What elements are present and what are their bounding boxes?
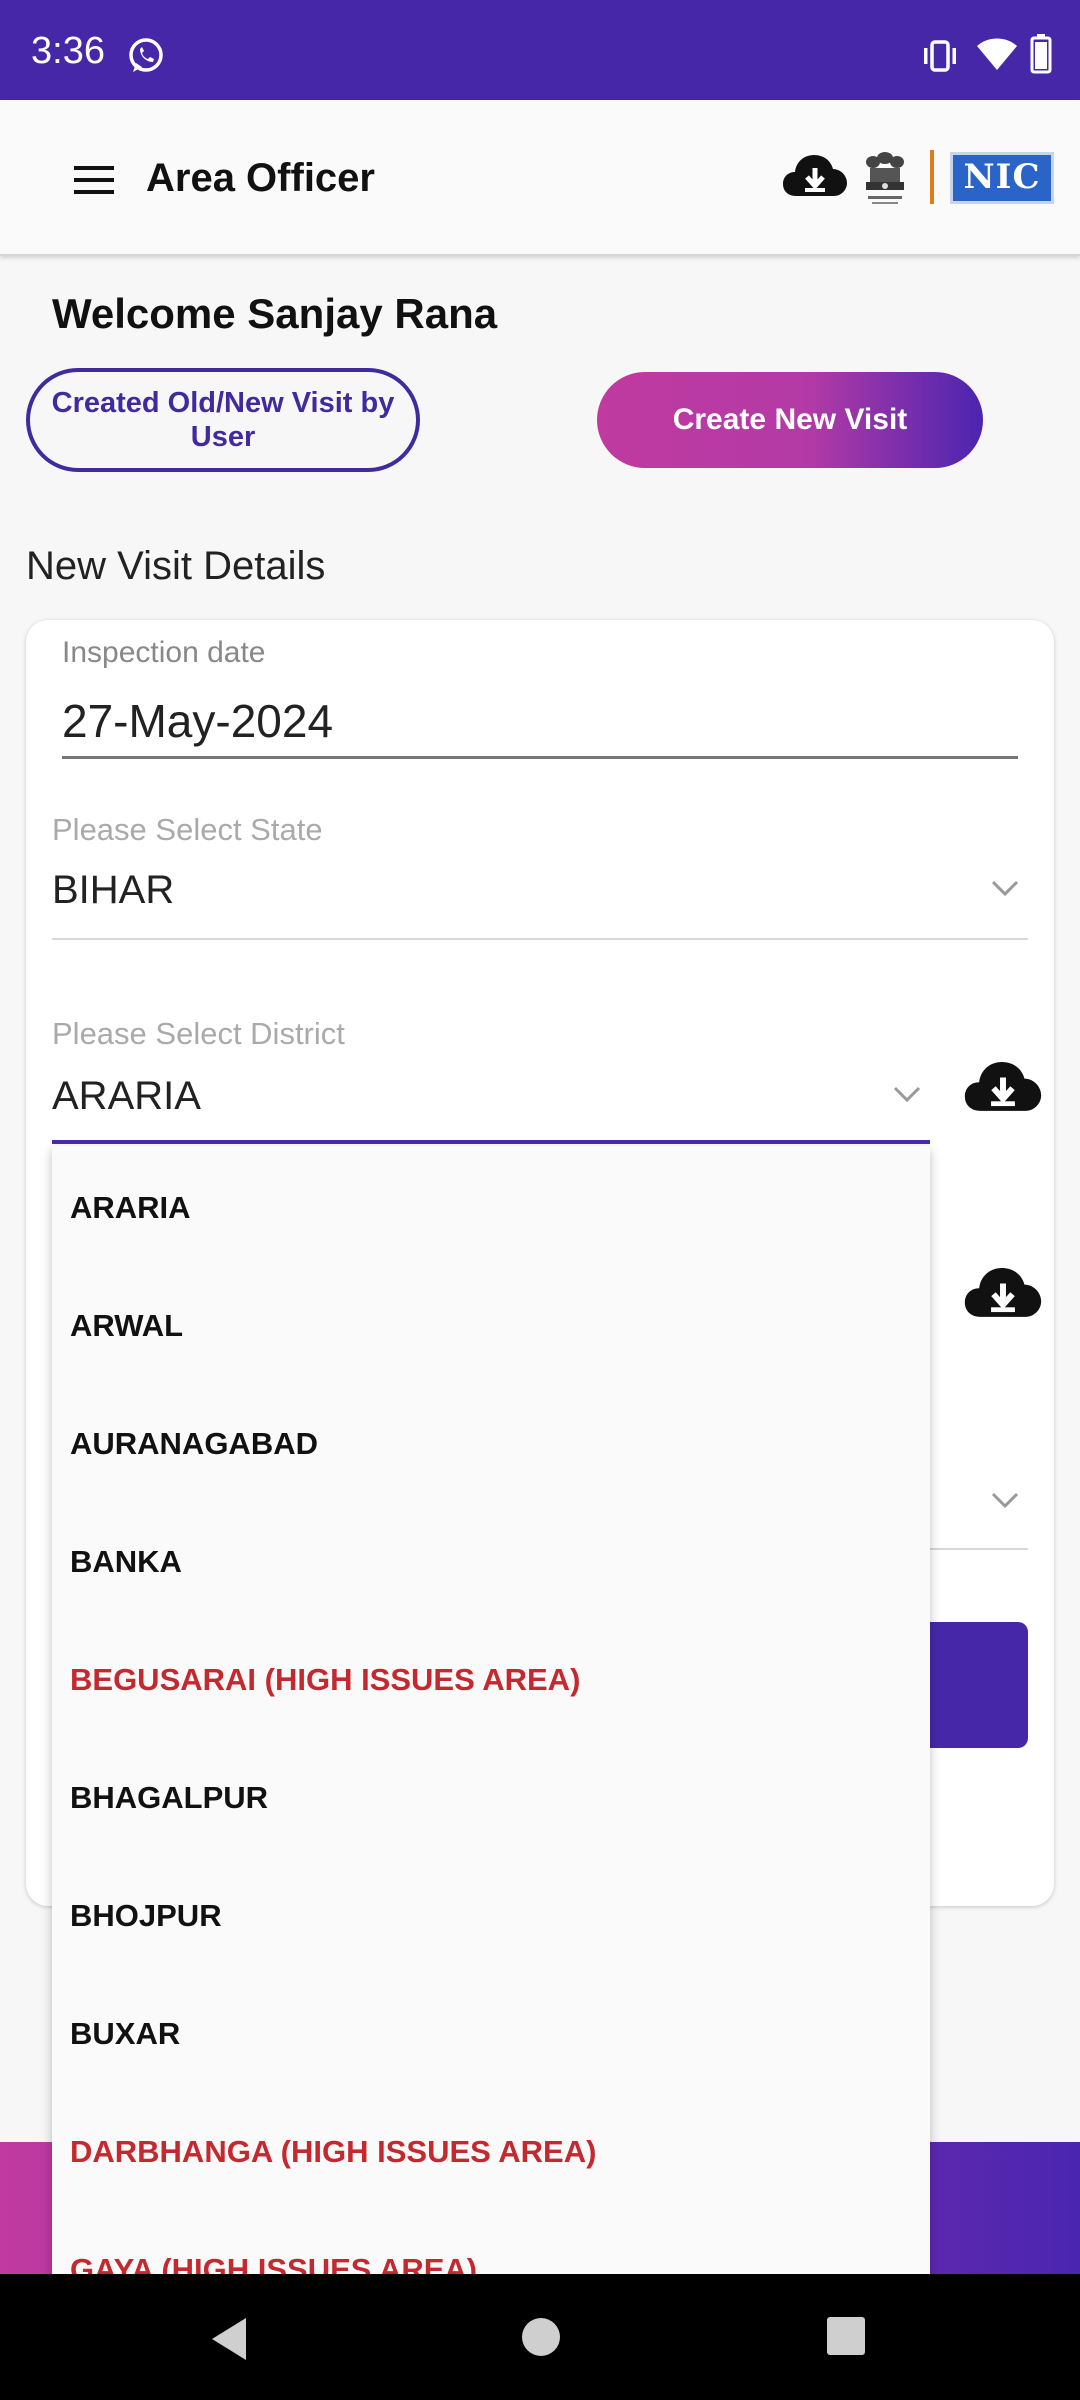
inspection-date-label: Inspection date — [62, 636, 266, 669]
dropdown-item-buxar[interactable]: BUXAR — [70, 2016, 180, 2052]
district-select-underline — [52, 1140, 930, 1144]
district-select-label: Please Select District — [52, 1016, 345, 1051]
district-dropdown-list: ARARIA ARWAL AURANAGABAD BANKA BEGUSARAI… — [52, 1146, 930, 2274]
chevron-down-icon[interactable] — [892, 1084, 922, 1104]
chevron-down-icon[interactable] — [990, 1490, 1020, 1510]
app-title: Area Officer — [146, 156, 375, 200]
create-new-visit-button[interactable]: Create New Visit — [597, 372, 983, 468]
dropdown-item-banka[interactable]: BANKA — [70, 1544, 182, 1580]
welcome-text: Welcome Sanjay Rana — [52, 290, 498, 337]
state-select[interactable]: BIHAR — [52, 868, 174, 913]
section-title: New Visit Details — [26, 544, 326, 588]
status-time: 3:36 — [31, 30, 105, 72]
created-visit-button[interactable]: Created Old/New Visit by User — [26, 368, 420, 472]
menu-icon[interactable] — [74, 165, 114, 195]
back-icon[interactable] — [206, 2314, 254, 2364]
dropdown-item-araria[interactable]: ARARIA — [70, 1190, 191, 1226]
inspection-date-field[interactable]: 27-May-2024 — [62, 694, 333, 748]
whatsapp-icon — [129, 38, 163, 72]
cloud-download-icon[interactable] — [962, 1056, 1044, 1118]
dropdown-item-begusarai[interactable]: BEGUSARAI (HIGH ISSUES AREA) — [70, 1662, 580, 1698]
chevron-down-icon[interactable] — [990, 878, 1020, 898]
dropdown-item-darbhanga[interactable]: DARBHANGA (HIGH ISSUES AREA) — [70, 2134, 596, 2170]
recents-icon[interactable] — [824, 2314, 868, 2358]
battery-icon — [1030, 34, 1052, 74]
home-icon[interactable] — [516, 2312, 566, 2362]
inspection-date-underline — [62, 756, 1018, 759]
state-select-underline — [52, 938, 1028, 940]
nic-logo: NIC — [950, 152, 1054, 204]
cloud-download-icon[interactable] — [962, 1262, 1044, 1324]
cloud-download-icon[interactable] — [782, 150, 848, 202]
vibrate-icon — [924, 40, 956, 72]
logo-divider — [930, 150, 934, 204]
state-select-label: Please Select State — [52, 812, 323, 847]
district-select[interactable]: ARARIA — [52, 1074, 201, 1119]
dropdown-item-gaya[interactable]: GAYA (HIGH ISSUES AREA) — [70, 2252, 477, 2274]
dropdown-item-bhojpur[interactable]: BHOJPUR — [70, 1898, 222, 1934]
dropdown-item-bhagalpur[interactable]: BHAGALPUR — [70, 1780, 268, 1816]
wifi-icon — [977, 38, 1017, 70]
emblem-icon — [866, 152, 904, 204]
dropdown-item-arwal[interactable]: ARWAL — [70, 1308, 183, 1344]
dropdown-item-auranagabad[interactable]: AURANAGABAD — [70, 1426, 318, 1462]
